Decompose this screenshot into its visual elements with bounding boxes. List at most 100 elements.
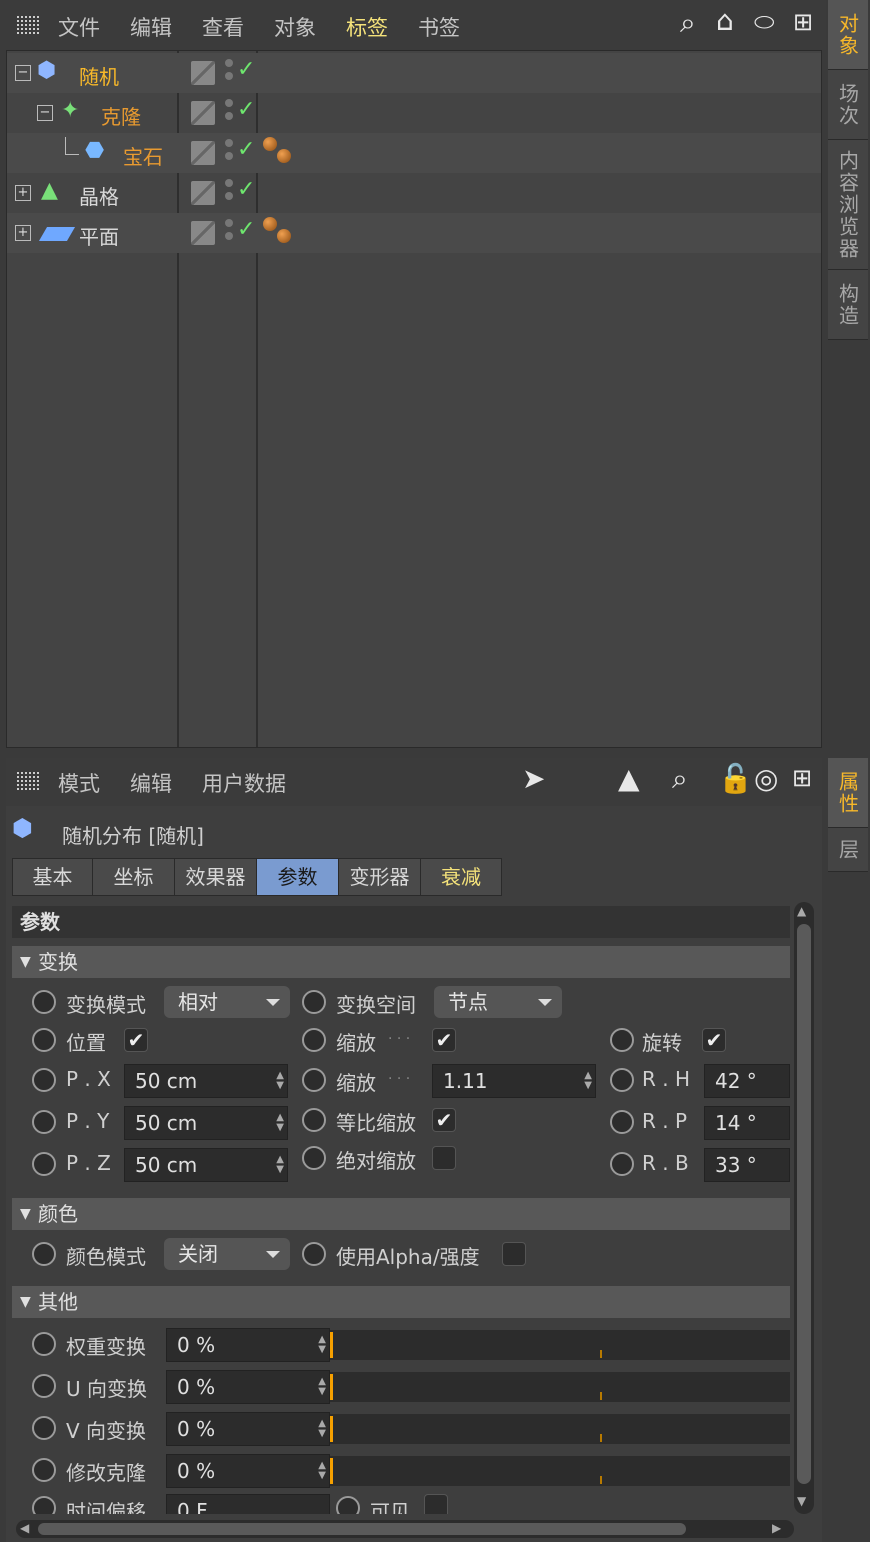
animate-radio[interactable] [302,1068,326,1092]
enabled-check-icon[interactable]: ✓ [237,57,255,82]
search-icon[interactable]: ⌕ [672,762,688,796]
scrollbar-thumb[interactable] [38,1523,686,1535]
object-row-cloner[interactable]: − ✦ 克隆 ✓ [7,93,821,133]
visible-checkbox[interactable] [424,1494,448,1514]
stepper-icon[interactable]: ▲ ▼ [318,1377,326,1397]
side-tab-structure[interactable]: 构造 [828,270,868,340]
group-other-header[interactable]: ▼ 其他 [12,1286,790,1318]
animate-radio[interactable] [32,1242,56,1266]
side-tab-attributes[interactable]: 属性 [828,758,868,828]
animate-radio[interactable] [302,1108,326,1132]
collapse-triangle-icon[interactable]: ▼ [20,946,31,978]
material-tag-icon[interactable] [277,149,291,163]
object-name[interactable]: 宝石 [123,141,163,170]
enabled-check-icon[interactable]: ✓ [237,97,255,122]
u-transform-input[interactable]: 0 % ▲ ▼ [166,1370,330,1404]
material-tag-icon[interactable] [263,137,277,151]
search-icon[interactable]: ⌕ [680,6,696,40]
side-tab-content-browser[interactable]: 内容浏览器 [828,140,868,270]
eye-icon[interactable]: ⬭ [754,8,775,36]
visibility-dots[interactable] [225,179,235,207]
target-icon[interactable]: ◎ [754,762,778,795]
layer-icon[interactable] [191,61,215,85]
animate-radio[interactable] [32,1110,56,1134]
animate-radio[interactable] [32,1152,56,1176]
rb-input[interactable]: 33 ° [704,1148,790,1182]
group-color-header[interactable]: ▼ 颜色 [12,1198,790,1230]
animate-radio[interactable] [32,1028,56,1052]
transform-space-dropdown[interactable]: 节点 [434,986,562,1018]
u-transform-slider[interactable] [330,1372,790,1402]
visibility-dots[interactable] [225,59,235,87]
animate-radio[interactable] [302,990,326,1014]
stepper-icon[interactable]: ▲ ▼ [276,1113,284,1133]
menu-bookmarks[interactable]: 书签 [418,12,460,42]
enabled-check-icon[interactable]: ✓ [237,137,255,162]
object-row-random[interactable]: − ⬢ 随机 ✓ [7,53,821,93]
object-row-gem[interactable]: ⬣ 宝石 ✓ [7,133,821,173]
enabled-check-icon[interactable]: ✓ [237,217,255,242]
animate-radio[interactable] [610,1068,634,1092]
pz-input[interactable]: 50 cm ▲ ▼ [124,1148,288,1182]
animate-radio[interactable] [336,1496,360,1514]
scale-checkbox[interactable]: ✔ [432,1028,456,1052]
side-tab-layers[interactable]: 层 [828,828,868,872]
animate-radio[interactable] [32,1068,56,1092]
expand-icon[interactable]: + [15,185,31,201]
animate-radio[interactable] [32,990,56,1014]
use-alpha-checkbox[interactable] [502,1242,526,1266]
animate-radio[interactable] [610,1152,634,1176]
menu-tags[interactable]: 标签 [346,12,388,42]
group-transform-header[interactable]: ▼ 变换 [12,946,790,978]
collapse-triangle-icon[interactable]: ▼ [20,1198,31,1230]
visibility-dots[interactable] [225,139,235,167]
animate-radio[interactable] [32,1458,56,1482]
lock-icon[interactable]: 🔓 [718,762,753,795]
animate-radio[interactable] [302,1028,326,1052]
stepper-icon[interactable]: ▲ ▼ [584,1071,592,1091]
rp-input[interactable]: 14 ° [704,1106,790,1140]
vertical-scrollbar[interactable]: ▲ ▼ [794,902,814,1514]
home-icon[interactable]: ⌂ [716,4,734,37]
animate-radio[interactable] [32,1374,56,1398]
modify-clone-input[interactable]: 0 % ▲ ▼ [166,1454,330,1488]
animate-radio[interactable] [302,1242,326,1266]
time-offset-input[interactable]: 0 F [166,1494,330,1514]
weight-transform-input[interactable]: 0 % ▲ ▼ [166,1328,330,1362]
panel-grip-icon[interactable] [17,770,41,792]
layer-icon[interactable] [191,181,215,205]
px-input[interactable]: 50 cm ▲ ▼ [124,1064,288,1098]
object-row-atom-array[interactable]: + ▲ 晶格 ✓ [7,173,821,213]
new-panel-icon[interactable]: ⊞ [792,764,812,792]
absolute-scale-checkbox[interactable] [432,1146,456,1170]
slider-handle[interactable] [330,1374,333,1400]
object-row-plane[interactable]: + 平面 ✓ [7,213,821,253]
material-tag-icon[interactable] [263,217,277,231]
stepper-icon[interactable]: ▲ ▼ [318,1419,326,1439]
stepper-icon[interactable]: ▲ ▼ [318,1335,326,1355]
animate-radio[interactable] [610,1028,634,1052]
material-tag-icon[interactable] [277,229,291,243]
tab-basic[interactable]: 基本 [13,859,93,895]
object-name[interactable]: 克隆 [101,101,141,130]
scale-input[interactable]: 1.11 ▲ ▼ [432,1064,596,1098]
menu-user-data[interactable]: 用户数据 [202,768,286,798]
menu-mode[interactable]: 模式 [58,768,100,798]
animate-radio[interactable] [32,1416,56,1440]
py-input[interactable]: 50 cm ▲ ▼ [124,1106,288,1140]
animate-radio[interactable] [32,1332,56,1356]
layer-icon[interactable] [191,221,215,245]
layer-icon[interactable] [191,141,215,165]
collapse-triangle-icon[interactable]: ▼ [20,1286,31,1318]
layer-icon[interactable] [191,101,215,125]
stepper-icon[interactable]: ▲ ▼ [318,1461,326,1481]
horizontal-scrollbar[interactable]: ◀ ▶ [16,1520,794,1538]
position-checkbox[interactable]: ✔ [124,1028,148,1052]
new-panel-icon[interactable]: ⊞ [793,8,813,36]
expand-icon[interactable]: + [15,225,31,241]
tab-effector[interactable]: 效果器 [175,859,257,895]
transform-mode-dropdown[interactable]: 相对 [164,986,290,1018]
tab-falloff[interactable]: 衰减 [421,859,501,895]
slider-handle[interactable] [330,1416,333,1442]
enabled-check-icon[interactable]: ✓ [237,177,255,202]
